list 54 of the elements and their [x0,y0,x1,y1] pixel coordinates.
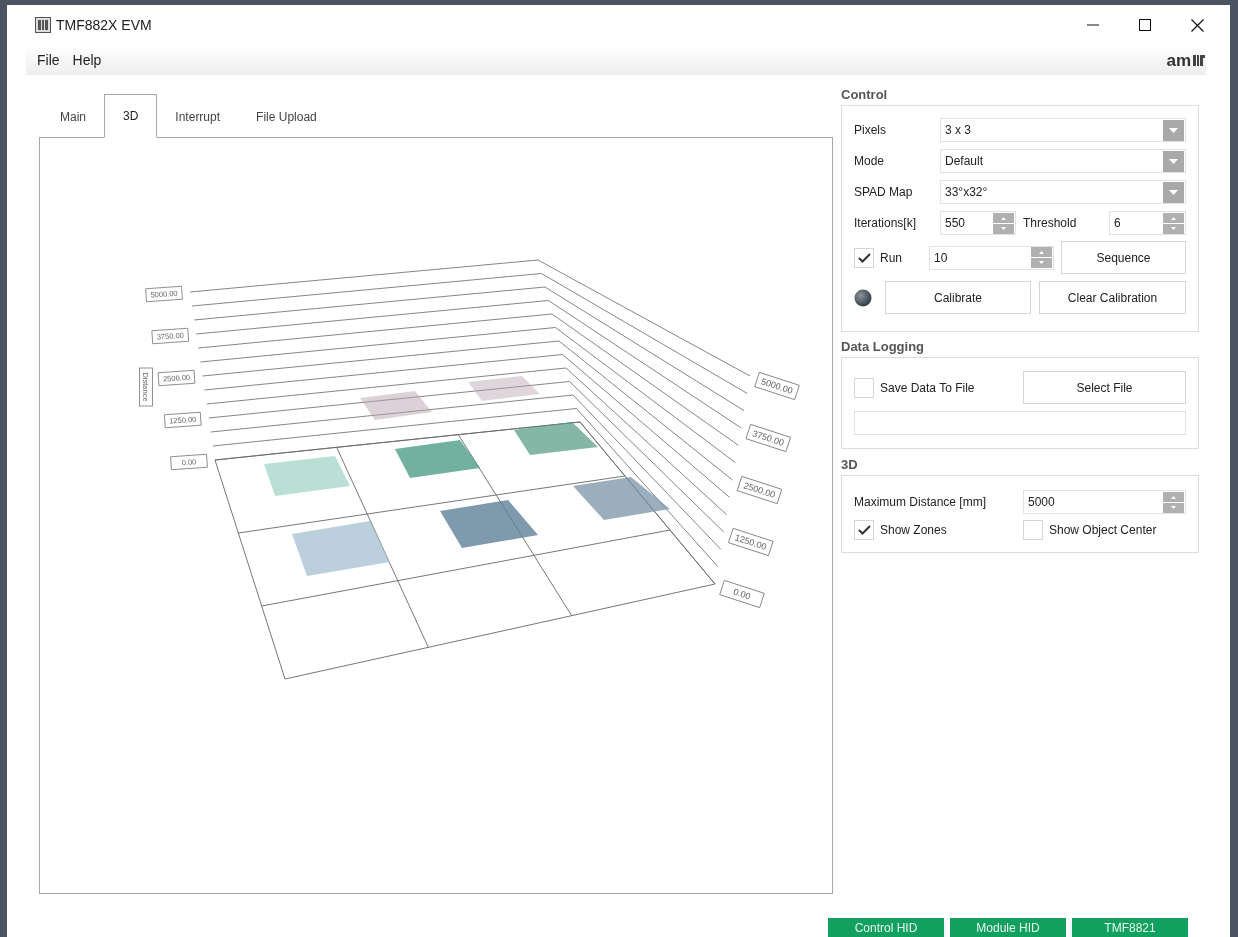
field-label: Pixels [854,122,887,139]
status-led-icon [854,288,872,307]
status-indicator: Module HID [950,918,1066,937]
field-label: Save Data To File [880,379,975,397]
field-label: Run [880,249,902,267]
field-label: SPAD Map [854,184,914,201]
tab[interactable]: Interrupt [157,96,239,138]
file-path-field[interactable] [854,411,1186,435]
group-title: Control [841,86,889,104]
dropdown[interactable]: Default [940,149,1186,173]
spinner-arrows-icon[interactable] [993,212,1014,234]
status-indicator: Control HID [828,918,944,937]
zone-tile [468,376,540,401]
check-icon [857,525,871,535]
tick-label: 0.00 [719,580,765,608]
spin-box[interactable]: 6 [1109,211,1186,235]
menu-item[interactable]: Help [72,49,102,71]
maximize-icon[interactable] [1139,19,1151,31]
spin-box[interactable]: 550 [940,211,1016,235]
button[interactable]: Clear Calibration [1039,281,1186,314]
group-title: Data Logging [841,338,926,356]
tab[interactable]: 3D [104,94,158,138]
spinner-arrows-icon[interactable] [1163,212,1184,234]
tab[interactable]: File Upload [238,96,335,138]
app-icon [35,17,51,33]
spin-box[interactable]: 5000 [1023,490,1186,514]
zone-tile [360,391,432,420]
checkbox[interactable] [854,520,874,540]
field-label: Show Object Center [1049,522,1157,539]
checkbox[interactable] [1023,520,1043,540]
window-title: TMF882X EVM [56,15,152,35]
menu-item[interactable]: File [37,49,60,71]
field-label: Show Zones [880,522,947,539]
spinner-arrows-icon[interactable] [1163,491,1184,513]
spinner-arrows-icon[interactable] [1031,247,1052,268]
status-indicator: TMF8821 [1072,918,1188,937]
dropdown[interactable]: 3 x 3 [940,118,1186,142]
tab[interactable]: Main [42,96,104,138]
field-label: Maximum Distance [mm] [854,494,988,511]
logo-icon [1193,54,1205,66]
dropdown[interactable]: 33°x32° [940,180,1186,204]
field-label: Mode [854,153,886,170]
button[interactable]: Calibrate [885,281,1031,314]
button[interactable]: Select File [1023,371,1186,404]
check-icon [857,252,871,263]
spin-box[interactable]: 10 [929,245,1054,270]
group-title: 3D [841,456,859,474]
button[interactable]: Sequence [1061,241,1186,274]
checkbox[interactable] [854,377,874,398]
close-icon[interactable] [1191,18,1204,32]
field-label: Iterations[k] [854,215,918,232]
logo-text: am [1166,51,1191,69]
checkbox[interactable] [854,247,874,268]
field-label: Threshold [1023,215,1078,232]
